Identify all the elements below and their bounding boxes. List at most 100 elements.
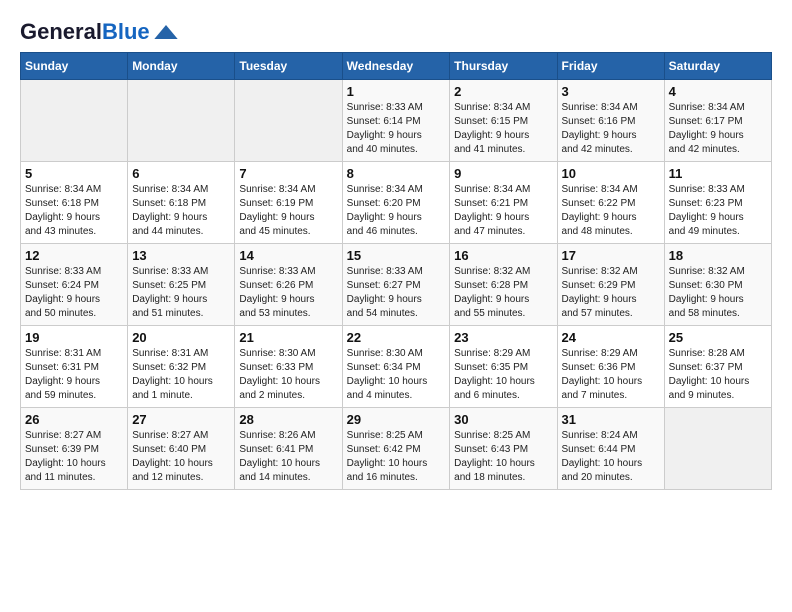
day-info: Sunrise: 8:34 AM Sunset: 6:21 PM Dayligh… [454,183,552,239]
day-info: Sunrise: 8:32 AM Sunset: 6:29 PM Dayligh… [562,265,660,321]
calendar-cell: 14 Sunrise: 8:33 AM Sunset: 6:26 PM Dayli… [235,244,342,326]
day-number: 15 [347,248,446,263]
calendar-cell: 26 Sunrise: 8:27 AM Sunset: 6:39 PM Dayli… [21,408,128,490]
calendar-cell: 1 Sunrise: 8:33 AM Sunset: 6:14 PM Daylig… [342,80,450,162]
day-number: 29 [347,412,446,427]
day-info: Sunrise: 8:33 AM Sunset: 6:25 PM Dayligh… [132,265,230,321]
calendar-cell: 16 Sunrise: 8:32 AM Sunset: 6:28 PM Dayli… [450,244,557,326]
calendar-cell: 8 Sunrise: 8:34 AM Sunset: 6:20 PM Daylig… [342,162,450,244]
calendar-cell: 13 Sunrise: 8:33 AM Sunset: 6:25 PM Dayli… [128,244,235,326]
day-info: Sunrise: 8:27 AM Sunset: 6:40 PM Dayligh… [132,429,230,485]
calendar-week-row: 1 Sunrise: 8:33 AM Sunset: 6:14 PM Daylig… [21,80,772,162]
calendar-week-row: 5 Sunrise: 8:34 AM Sunset: 6:18 PM Daylig… [21,162,772,244]
calendar-cell: 24Sunrise: 8:29 AM Sunset: 6:36 PM Dayli… [557,326,664,408]
calendar-week-row: 26 Sunrise: 8:27 AM Sunset: 6:39 PM Dayli… [21,408,772,490]
day-number: 28 [239,412,337,427]
day-number: 6 [132,166,230,181]
calendar-cell: 23 Sunrise: 8:29 AM Sunset: 6:35 PM Dayli… [450,326,557,408]
day-number: 14 [239,248,337,263]
day-number: 26 [25,412,123,427]
logo-text: GeneralBlue [20,20,150,44]
calendar-cell: 12 Sunrise: 8:33 AM Sunset: 6:24 PM Dayli… [21,244,128,326]
calendar-cell: 21Sunrise: 8:30 AM Sunset: 6:33 PM Dayli… [235,326,342,408]
day-number: 18 [669,248,767,263]
day-number: 22 [347,330,446,345]
day-info: Sunrise: 8:34 AM Sunset: 6:16 PM Dayligh… [562,101,660,157]
day-info: Sunrise: 8:34 AM Sunset: 6:15 PM Dayligh… [454,101,552,157]
day-of-week-header: Thursday [450,53,557,80]
calendar-cell: 19Sunrise: 8:31 AM Sunset: 6:31 PM Dayli… [21,326,128,408]
day-info: Sunrise: 8:28 AM Sunset: 6:37 PM Dayligh… [669,347,767,403]
calendar-week-row: 12 Sunrise: 8:33 AM Sunset: 6:24 PM Dayli… [21,244,772,326]
day-info: Sunrise: 8:26 AM Sunset: 6:41 PM Dayligh… [239,429,337,485]
calendar-cell: 29 Sunrise: 8:25 AM Sunset: 6:42 PM Dayli… [342,408,450,490]
day-of-week-header: Wednesday [342,53,450,80]
day-info: Sunrise: 8:30 AM Sunset: 6:33 PM Dayligh… [239,347,337,403]
day-info: Sunrise: 8:33 AM Sunset: 6:27 PM Dayligh… [347,265,446,321]
calendar-cell: 31 Sunrise: 8:24 AM Sunset: 6:44 PM Dayli… [557,408,664,490]
calendar-cell: 2 Sunrise: 8:34 AM Sunset: 6:15 PM Daylig… [450,80,557,162]
day-number: 4 [669,84,767,99]
day-number: 24 [562,330,660,345]
calendar-cell: 15 Sunrise: 8:33 AM Sunset: 6:27 PM Dayli… [342,244,450,326]
day-info: Sunrise: 8:34 AM Sunset: 6:18 PM Dayligh… [132,183,230,239]
day-info: Sunrise: 8:32 AM Sunset: 6:28 PM Dayligh… [454,265,552,321]
day-of-week-header: Friday [557,53,664,80]
calendar-cell: 5Sunrise: 8:34 AM Sunset: 6:18 PM Daylig… [21,162,128,244]
day-info: Sunrise: 8:33 AM Sunset: 6:23 PM Dayligh… [669,183,767,239]
calendar-cell: 18 Sunrise: 8:32 AM Sunset: 6:30 PM Dayli… [664,244,771,326]
day-info: Sunrise: 8:34 AM Sunset: 6:19 PM Dayligh… [239,183,337,239]
day-info: Sunrise: 8:27 AM Sunset: 6:39 PM Dayligh… [25,429,123,485]
calendar-cell: 28 Sunrise: 8:26 AM Sunset: 6:41 PM Dayli… [235,408,342,490]
calendar-cell: 4 Sunrise: 8:34 AM Sunset: 6:17 PM Daylig… [664,80,771,162]
day-info: Sunrise: 8:34 AM Sunset: 6:20 PM Dayligh… [347,183,446,239]
calendar-week-row: 19Sunrise: 8:31 AM Sunset: 6:31 PM Dayli… [21,326,772,408]
day-info: Sunrise: 8:25 AM Sunset: 6:43 PM Dayligh… [454,429,552,485]
calendar-cell: 3 Sunrise: 8:34 AM Sunset: 6:16 PM Daylig… [557,80,664,162]
day-of-week-header: Monday [128,53,235,80]
calendar-cell: 10Sunrise: 8:34 AM Sunset: 6:22 PM Dayli… [557,162,664,244]
calendar-cell [128,80,235,162]
calendar-header-row: SundayMondayTuesdayWednesdayThursdayFrid… [21,53,772,80]
day-number: 1 [347,84,446,99]
day-number: 9 [454,166,552,181]
calendar-cell: 17 Sunrise: 8:32 AM Sunset: 6:29 PM Dayli… [557,244,664,326]
day-info: Sunrise: 8:30 AM Sunset: 6:34 PM Dayligh… [347,347,446,403]
day-info: Sunrise: 8:34 AM Sunset: 6:17 PM Dayligh… [669,101,767,157]
day-number: 23 [454,330,552,345]
day-info: Sunrise: 8:31 AM Sunset: 6:32 PM Dayligh… [132,347,230,403]
calendar-cell: 6 Sunrise: 8:34 AM Sunset: 6:18 PM Daylig… [128,162,235,244]
calendar-cell [21,80,128,162]
day-info: Sunrise: 8:25 AM Sunset: 6:42 PM Dayligh… [347,429,446,485]
day-number: 3 [562,84,660,99]
logo-icon [154,25,178,39]
day-info: Sunrise: 8:29 AM Sunset: 6:35 PM Dayligh… [454,347,552,403]
day-info: Sunrise: 8:33 AM Sunset: 6:26 PM Dayligh… [239,265,337,321]
day-number: 27 [132,412,230,427]
calendar-cell: 20 Sunrise: 8:31 AM Sunset: 6:32 PM Dayli… [128,326,235,408]
day-number: 16 [454,248,552,263]
day-number: 12 [25,248,123,263]
calendar-table: SundayMondayTuesdayWednesdayThursdayFrid… [20,52,772,490]
page-header: GeneralBlue [20,20,772,44]
day-number: 7 [239,166,337,181]
day-info: Sunrise: 8:32 AM Sunset: 6:30 PM Dayligh… [669,265,767,321]
day-info: Sunrise: 8:24 AM Sunset: 6:44 PM Dayligh… [562,429,660,485]
day-info: Sunrise: 8:33 AM Sunset: 6:24 PM Dayligh… [25,265,123,321]
calendar-cell: 9 Sunrise: 8:34 AM Sunset: 6:21 PM Daylig… [450,162,557,244]
day-info: Sunrise: 8:33 AM Sunset: 6:14 PM Dayligh… [347,101,446,157]
day-number: 17 [562,248,660,263]
day-info: Sunrise: 8:34 AM Sunset: 6:22 PM Dayligh… [562,183,660,239]
day-number: 5 [25,166,123,181]
calendar-cell: 11Sunrise: 8:33 AM Sunset: 6:23 PM Dayli… [664,162,771,244]
day-number: 31 [562,412,660,427]
calendar-cell: 25Sunrise: 8:28 AM Sunset: 6:37 PM Dayli… [664,326,771,408]
day-of-week-header: Sunday [21,53,128,80]
calendar-cell [664,408,771,490]
day-number: 2 [454,84,552,99]
day-of-week-header: Tuesday [235,53,342,80]
day-number: 20 [132,330,230,345]
day-number: 13 [132,248,230,263]
calendar-cell: 22 Sunrise: 8:30 AM Sunset: 6:34 PM Dayli… [342,326,450,408]
day-number: 8 [347,166,446,181]
